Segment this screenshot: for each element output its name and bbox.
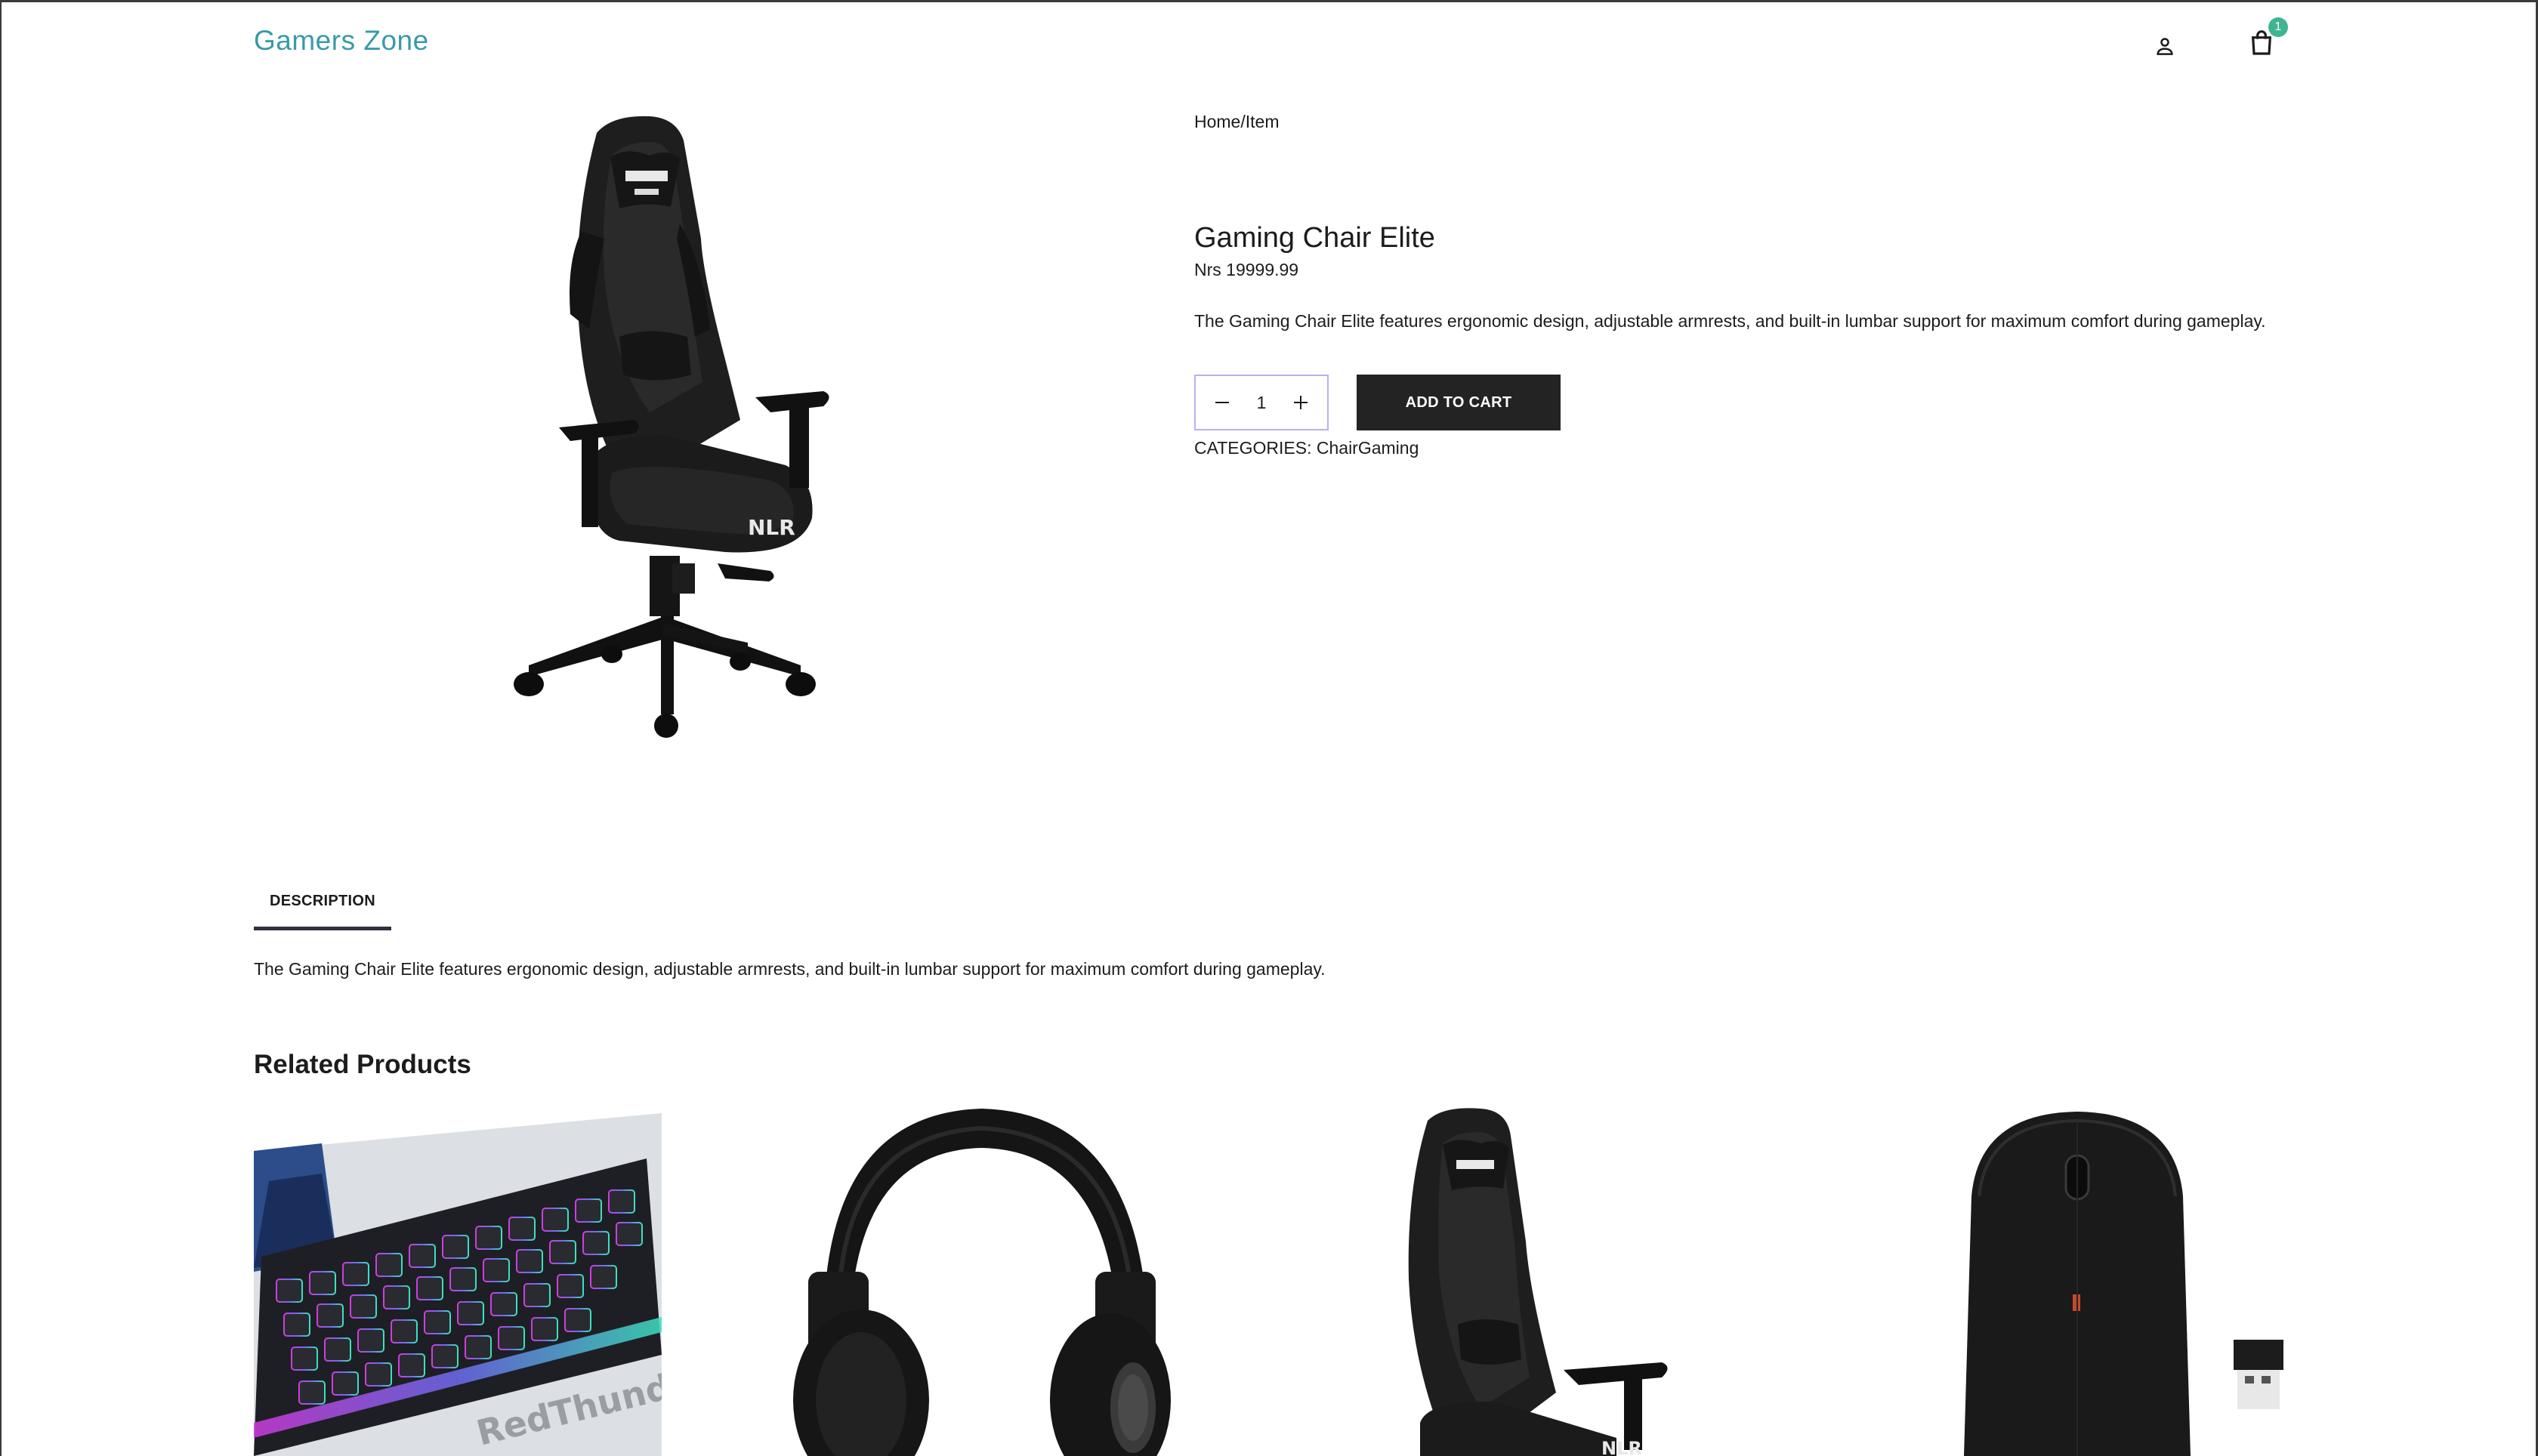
related-product-chair[interactable]: NLR <box>1375 1106 1700 1456</box>
site-header: Gamers Zone 1 <box>0 2 2538 81</box>
product-image: NLR <box>499 110 891 782</box>
product-description: The Gaming Chair Elite features ergonomi… <box>1194 311 2266 331</box>
product-categories: CATEGORIES: ChairGaming <box>1194 438 1419 458</box>
description-tab-content: The Gaming Chair Elite features ergonomi… <box>254 959 1326 979</box>
cart-count-badge: 1 <box>2268 17 2288 37</box>
window-left-border <box>0 0 2 1456</box>
product-price: Nrs 19999.99 <box>1194 260 1299 279</box>
tab-description[interactable]: DESCRIPTION <box>254 876 391 930</box>
related-product-mouse[interactable] <box>1964 1106 2296 1456</box>
related-product-keyboard[interactable]: RedThunder <box>254 1106 662 1456</box>
related-product-headset[interactable] <box>793 1106 1171 1456</box>
svg-text:NLR: NLR <box>748 515 795 540</box>
quantity-stepper <box>1194 375 1329 430</box>
brand-logo-link[interactable]: Gamers Zone <box>254 25 429 57</box>
plus-icon[interactable] <box>1289 391 1312 414</box>
svg-text:NLR: NLR <box>1601 1438 1642 1456</box>
quantity-input[interactable] <box>1246 392 1277 413</box>
minus-icon[interactable] <box>1211 391 1233 414</box>
add-to-cart-button[interactable]: ADD TO CART <box>1357 375 1561 430</box>
related-products-title: Related Products <box>254 1050 471 1079</box>
user-icon[interactable] <box>2150 31 2180 61</box>
product-title: Gaming Chair Elite <box>1194 222 1435 254</box>
breadcrumb[interactable]: Home/Item <box>1194 112 1279 132</box>
